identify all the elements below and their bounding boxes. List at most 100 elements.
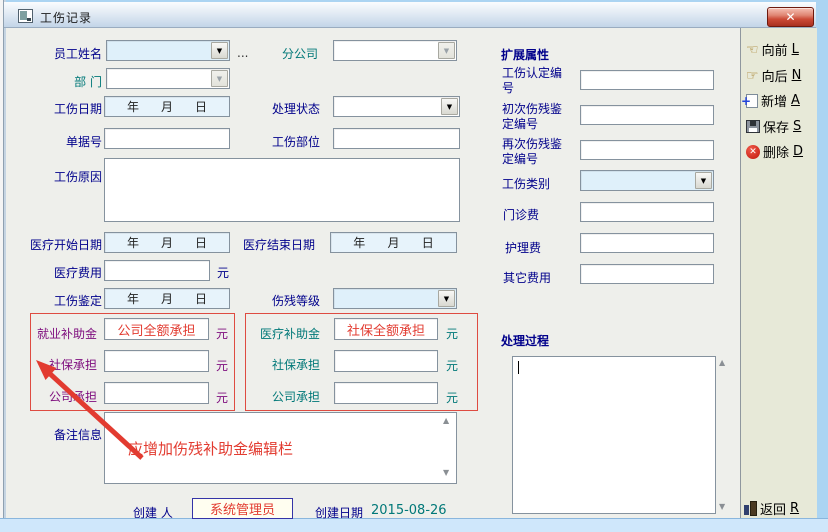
- employee-name-combo[interactable]: ▼: [106, 40, 230, 61]
- department-combo[interactable]: ▼: [106, 68, 230, 89]
- first-assess-no-input[interactable]: [580, 105, 714, 125]
- nav-backward-button[interactable]: ☞ 向后 N: [746, 66, 801, 85]
- extended-section-title: 扩展属性: [501, 46, 549, 63]
- delete-x-glyph: ✕: [749, 147, 757, 157]
- unit-label: 元: [446, 357, 458, 374]
- nursing-fee-input[interactable]: [580, 233, 714, 253]
- delete-label: 删除: [763, 142, 789, 161]
- close-button[interactable]: ✕: [767, 7, 814, 27]
- medical-subsidy-input[interactable]: [334, 318, 438, 340]
- other-fee-label: 其它费用: [503, 269, 551, 286]
- hotkey-label: S: [793, 119, 801, 134]
- medical-end-label: 医疗结束日期: [243, 236, 315, 253]
- injury-cause-textarea[interactable]: [104, 158, 460, 222]
- company-bear-left-input[interactable]: [104, 382, 209, 404]
- branch-combo[interactable]: ▼: [333, 40, 457, 61]
- company-bear-right-input[interactable]: [334, 382, 438, 404]
- social-bear-right-input[interactable]: [334, 350, 438, 372]
- doc-no-input[interactable]: [104, 128, 230, 149]
- chevron-down-icon: ▼: [211, 70, 228, 87]
- employee-name-label: 员工姓名: [20, 45, 102, 62]
- date-year-label: 年: [127, 290, 139, 307]
- medical-fee-unit-label: 元: [217, 264, 229, 281]
- unit-label: 元: [446, 389, 458, 406]
- unit-label: 元: [446, 325, 458, 342]
- injury-part-input[interactable]: [333, 128, 460, 149]
- injury-assess-date-field[interactable]: 年 月 日: [104, 288, 230, 309]
- chevron-down-icon[interactable]: ▼: [438, 290, 455, 307]
- disability-level-label: 伤残等级: [238, 292, 320, 309]
- disability-level-combo[interactable]: ▼: [333, 288, 457, 309]
- date-year-label: 年: [127, 234, 139, 251]
- injury-assess-label: 工伤鉴定: [20, 292, 102, 309]
- date-day-label: 日: [195, 290, 207, 307]
- creator-label: 创建 人: [133, 504, 173, 521]
- creator-value: 系统管理员: [210, 499, 275, 518]
- hotkey-label: D: [793, 144, 803, 159]
- department-label: 部 门: [20, 73, 102, 90]
- date-day-label: 日: [422, 234, 434, 251]
- status-combo[interactable]: ▼: [333, 96, 460, 117]
- nav-forward-button[interactable]: ☜ 向前 L: [746, 40, 799, 59]
- title-bar: 工伤记录 ✕: [4, 2, 816, 28]
- scroll-down-icon[interactable]: ▼: [443, 469, 449, 477]
- chevron-down-icon[interactable]: ▼: [695, 172, 712, 189]
- injury-cert-no-input[interactable]: [580, 70, 714, 90]
- exit-door-icon: [744, 501, 757, 516]
- window-bottom-border: [0, 518, 828, 532]
- social-bear-right-label: 社保承担: [240, 356, 320, 373]
- chevron-down-icon: ▼: [438, 42, 455, 59]
- create-date-label: 创建日期: [315, 504, 363, 521]
- hotkey-label: A: [791, 93, 800, 108]
- add-record-label: 新增: [761, 91, 787, 110]
- first-assess-no-label: 初次伤残鉴定编号: [502, 102, 572, 132]
- save-button[interactable]: 保存 S: [746, 117, 801, 136]
- date-month-label: 月: [161, 98, 173, 115]
- return-button[interactable]: 返回 R: [744, 499, 799, 518]
- review-annotation-text: 应增加伤残补助金编辑栏: [128, 438, 293, 459]
- medical-fee-label: 医疗费用: [20, 264, 102, 281]
- create-date-value: 2015-08-26: [371, 503, 447, 518]
- outpatient-fee-input[interactable]: [580, 202, 714, 222]
- medical-end-date-field[interactable]: 年 月 日: [330, 232, 457, 253]
- scroll-up-icon[interactable]: ▲: [443, 417, 449, 425]
- injury-part-label: 工伤部位: [238, 133, 320, 150]
- browse-ellipsis-button[interactable]: ...: [237, 46, 248, 60]
- nav-backward-label: 向后: [762, 66, 788, 85]
- second-assess-no-input[interactable]: [580, 140, 714, 160]
- new-document-icon: +: [746, 94, 758, 108]
- injury-category-combo[interactable]: ▼: [580, 170, 714, 191]
- medical-subsidy-label: 医疗补助金: [240, 325, 320, 342]
- medical-fee-input[interactable]: [104, 260, 210, 281]
- close-icon: ✕: [785, 10, 795, 24]
- work-injury-record-window: 工伤记录 ✕ 员工姓名 ▼ ... 分公司 ▼ 部 门 ▼ 工伤日期 年 月 日…: [0, 0, 828, 532]
- date-day-label: 日: [195, 98, 207, 115]
- process-textarea[interactable]: [512, 356, 716, 514]
- second-assess-no-label: 再次伤残鉴定编号: [502, 137, 572, 167]
- chevron-down-icon[interactable]: ▼: [441, 98, 458, 115]
- unit-label: 元: [216, 325, 228, 342]
- add-record-button[interactable]: + 新增 A: [746, 91, 800, 110]
- save-floppy-icon: [746, 120, 760, 133]
- company-bear-left-label: 公司承担: [20, 388, 97, 405]
- medical-start-label: 医疗开始日期: [14, 236, 102, 253]
- company-bear-right-label: 公司承担: [240, 388, 320, 405]
- status-label: 处理状态: [238, 100, 320, 117]
- date-month-label: 月: [387, 234, 399, 251]
- injury-cause-label: 工伤原因: [20, 168, 102, 185]
- unit-label: 元: [216, 357, 228, 374]
- delete-button[interactable]: ✕ 删除 D: [746, 142, 803, 161]
- return-label: 返回: [760, 499, 786, 518]
- employment-subsidy-input[interactable]: [104, 318, 209, 340]
- text-caret: [518, 361, 519, 374]
- employment-subsidy-label: 就业补助金: [20, 325, 97, 342]
- chevron-down-icon[interactable]: ▼: [211, 42, 228, 59]
- other-fee-input[interactable]: [580, 264, 714, 284]
- social-bear-left-input[interactable]: [104, 350, 209, 372]
- delete-circle-icon: ✕: [746, 145, 760, 159]
- medical-start-date-field[interactable]: 年 月 日: [104, 232, 230, 253]
- scroll-down-icon[interactable]: ▼: [719, 503, 725, 511]
- nursing-fee-label: 护理费: [505, 239, 541, 256]
- scroll-up-icon[interactable]: ▲: [719, 359, 725, 367]
- injury-date-field[interactable]: 年 月 日: [104, 96, 230, 117]
